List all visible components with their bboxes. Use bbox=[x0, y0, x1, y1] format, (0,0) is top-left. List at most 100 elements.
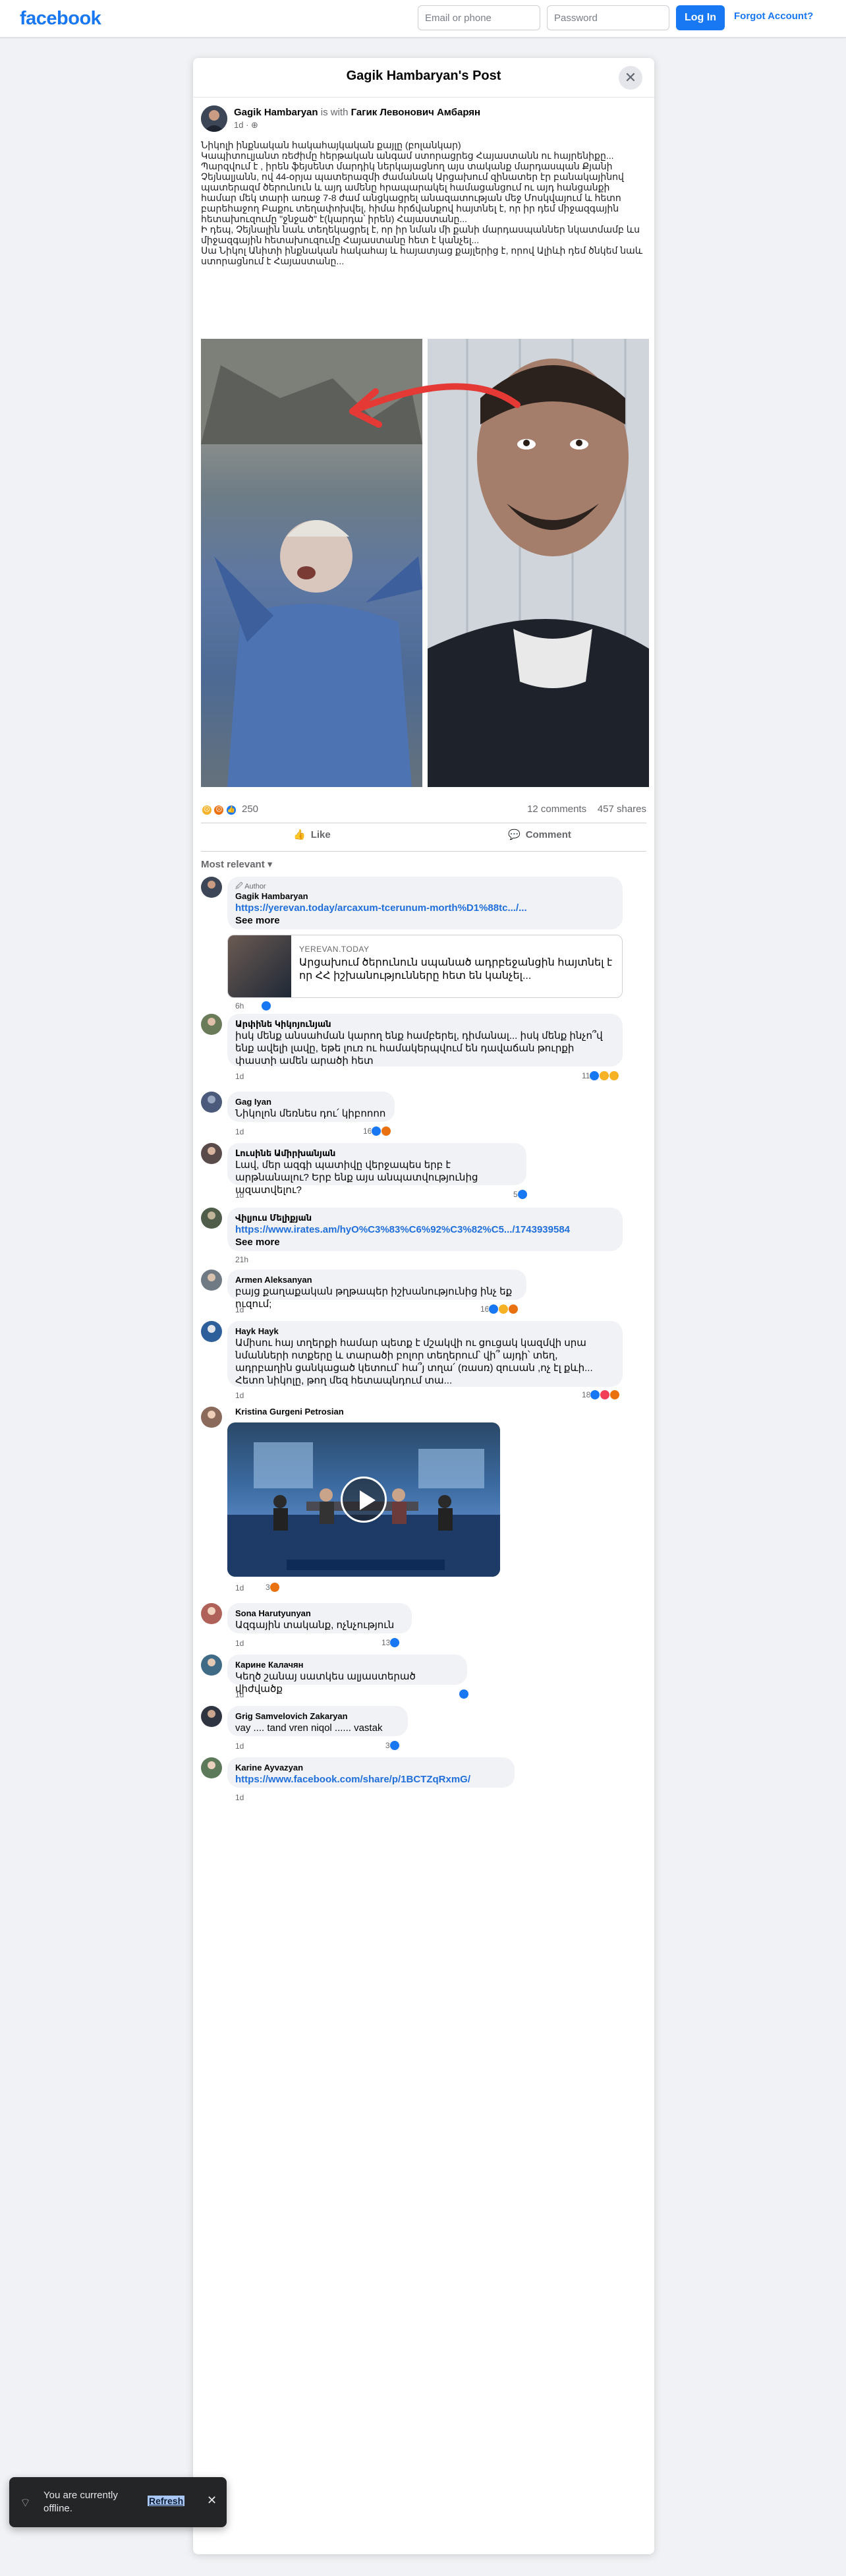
commenter-name[interactable]: Gag Iyan bbox=[235, 1097, 387, 1107]
comment-button[interactable]: 💬 Comment bbox=[508, 829, 571, 841]
commenter-name[interactable]: Karine Ayvazyan bbox=[235, 1763, 507, 1773]
comment-video[interactable] bbox=[227, 1422, 500, 1577]
comment: Karine Ayvazyan https://www.facebook.com… bbox=[201, 1757, 646, 1803]
sort-dropdown[interactable]: Most relevant ▾ bbox=[201, 858, 272, 870]
comment-time[interactable]: 6h bbox=[235, 1001, 244, 1010]
commenter-name[interactable]: Kristina Gurgeni Petrosian bbox=[235, 1407, 344, 1417]
avatar[interactable] bbox=[201, 1706, 222, 1727]
comment: Gag Iyan Նիկոլոն մեռնես դու՛ կիբոոոո 1d … bbox=[201, 1092, 646, 1138]
comment-reactions[interactable]: 16 bbox=[363, 1126, 392, 1136]
see-more-link[interactable]: See more bbox=[235, 1237, 280, 1248]
tagged-person[interactable]: Гагик Левонович Амбарян bbox=[351, 107, 481, 118]
comment-link[interactable]: https://www.irates.am/hyO%C3%83%C6%92%C3… bbox=[235, 1223, 615, 1236]
link-thumbnail bbox=[228, 935, 291, 997]
sad-icon: ☹ bbox=[201, 804, 213, 816]
post-images[interactable] bbox=[201, 339, 649, 787]
email-field[interactable] bbox=[418, 5, 540, 30]
comment-reactions[interactable]: 11 bbox=[582, 1070, 620, 1081]
commenter-name[interactable]: Վիլյուս Մելիքյան bbox=[235, 1213, 615, 1223]
forgot-account-link[interactable]: Forgot Account? bbox=[734, 11, 813, 22]
comment-text: Նիկոլոն մեռնես դու՛ կիբոոոո bbox=[235, 1108, 386, 1119]
comment-time[interactable]: 21h bbox=[235, 1255, 248, 1264]
avatar[interactable] bbox=[201, 1654, 222, 1676]
post-time[interactable]: 1d bbox=[234, 120, 243, 130]
comment-reactions[interactable]: 16 bbox=[480, 1304, 519, 1314]
avatar[interactable] bbox=[201, 1208, 222, 1229]
commenter-name[interactable]: Hayk Hayk bbox=[235, 1326, 615, 1337]
avatar[interactable] bbox=[201, 1092, 222, 1113]
refresh-button[interactable]: Refresh bbox=[148, 2496, 185, 2506]
commenter-name[interactable]: Gagik Hambaryan bbox=[235, 891, 615, 902]
post-meta: 1d · ⊕ bbox=[234, 120, 258, 130]
avatar[interactable] bbox=[201, 1407, 222, 1428]
avatar[interactable] bbox=[201, 877, 222, 898]
comment: Armen Aleksanyan բայց քաղաքական թղթապեր … bbox=[201, 1270, 646, 1316]
comment-bubble: Վիլյուս Մելիքյան https://www.irates.am/h… bbox=[227, 1208, 623, 1251]
comment-reactions[interactable]: 18 bbox=[582, 1390, 621, 1400]
link-preview-card[interactable]: YEREVAN.TODAY Արցախում ծերունուն սպանած … bbox=[227, 935, 623, 998]
comment-reactions[interactable]: 3 bbox=[385, 1740, 400, 1751]
reaction-count[interactable]: 250 bbox=[242, 804, 258, 815]
facebook-logo[interactable]: facebook bbox=[20, 8, 101, 30]
login-button[interactable]: Log In bbox=[676, 5, 725, 30]
comment-bubble: Karine Ayvazyan https://www.facebook.com… bbox=[227, 1757, 515, 1788]
red-arrow-icon bbox=[349, 383, 521, 428]
comment-time[interactable]: 1d bbox=[235, 1583, 244, 1593]
comment-time[interactable]: 1d bbox=[235, 1639, 244, 1648]
comment-time[interactable]: 1d bbox=[235, 1127, 244, 1136]
globe-icon: ⊕ bbox=[251, 120, 258, 130]
comment-reactions[interactable] bbox=[459, 1689, 469, 1699]
shares-count[interactable]: 457 shares bbox=[598, 804, 646, 815]
link-title: Արցախում ծերունուն սպանած ադրբեջանցին հա… bbox=[299, 957, 613, 981]
action-row: 👍 Like 💬 Comment bbox=[201, 823, 646, 852]
comment-reactions[interactable] bbox=[261, 1001, 271, 1011]
comment-link[interactable]: https://yerevan.today/arcaxum-tcerunum-m… bbox=[235, 902, 615, 914]
author-badge: 🖉 Author bbox=[235, 883, 266, 891]
comment-bubble: 🖉 Author Gagik Hambaryan https://yerevan… bbox=[227, 877, 623, 929]
like-label: Like bbox=[310, 829, 331, 840]
commenter-name[interactable]: Լուսինե Ամիրխանյան bbox=[235, 1148, 519, 1159]
post-author[interactable]: Gagik Hambaryan bbox=[234, 107, 318, 118]
comments-count[interactable]: 12 comments bbox=[527, 804, 586, 815]
comment-reactions[interactable]: 3 bbox=[266, 1582, 280, 1593]
see-more-link[interactable]: See more bbox=[235, 915, 280, 926]
comment-time[interactable]: 1d bbox=[235, 1742, 244, 1751]
comment-time[interactable]: 1d bbox=[235, 1305, 244, 1314]
comment-bubble: Sona Harutyunyan Ազգային տականք, ոչնչութ… bbox=[227, 1603, 412, 1633]
comment-time[interactable]: 1d bbox=[235, 1690, 244, 1699]
comment: Grig Samvelovich Zakaryan vay .... tand … bbox=[201, 1706, 646, 1752]
avatar[interactable] bbox=[201, 1143, 222, 1164]
password-field[interactable] bbox=[547, 5, 669, 30]
comment-time[interactable]: 1d bbox=[235, 1072, 244, 1081]
avatar[interactable] bbox=[201, 1757, 222, 1778]
commenter-name[interactable]: Sona Harutyunyan bbox=[235, 1608, 404, 1619]
with-text: is with bbox=[320, 107, 349, 118]
commenter-name[interactable]: Armen Aleksanyan bbox=[235, 1275, 519, 1285]
comment: 🖉 Author Gagik Hambaryan https://yerevan… bbox=[201, 877, 646, 1011]
like-icon: 👍 bbox=[225, 804, 237, 816]
comment-time[interactable]: 1d bbox=[235, 1190, 244, 1200]
avatar[interactable] bbox=[201, 105, 227, 132]
avatar[interactable] bbox=[201, 1321, 222, 1342]
comment-reactions[interactable]: 13 bbox=[381, 1637, 401, 1648]
avatar[interactable] bbox=[201, 1270, 222, 1291]
comment-time[interactable]: 1d bbox=[235, 1391, 244, 1400]
sort-label: Most relevant bbox=[201, 859, 265, 870]
link-site: YEREVAN.TODAY bbox=[299, 945, 370, 954]
commenter-name[interactable]: Grig Samvelovich Zakaryan bbox=[235, 1711, 400, 1722]
comment: Լուսինե Ամիրխանյան Լավ, մեր ազգի պատիվը … bbox=[201, 1143, 646, 1202]
comment-link[interactable]: https://www.facebook.com/share/p/1BCTZqR… bbox=[235, 1774, 470, 1785]
close-icon[interactable]: ✕ bbox=[619, 66, 642, 90]
comment: Sona Harutyunyan Ազգային տականք, ոչնչութ… bbox=[201, 1603, 646, 1649]
play-icon[interactable] bbox=[341, 1477, 387, 1523]
comment-reactions[interactable]: 5 bbox=[513, 1189, 528, 1200]
avatar[interactable] bbox=[201, 1603, 222, 1624]
avatar[interactable] bbox=[201, 1014, 222, 1035]
commenter-name[interactable]: Карине Калачян bbox=[235, 1660, 459, 1670]
speech-bubble-icon: 💬 bbox=[508, 829, 521, 840]
reaction-icons[interactable]: ☹ ☹ 👍 bbox=[201, 803, 237, 816]
comment-time[interactable]: 1d bbox=[235, 1793, 244, 1802]
like-button[interactable]: 👍 Like bbox=[293, 829, 331, 841]
close-icon[interactable]: ✕ bbox=[207, 2494, 217, 2507]
commenter-name[interactable]: Արփինե Կիկոյունյան bbox=[235, 1019, 615, 1030]
